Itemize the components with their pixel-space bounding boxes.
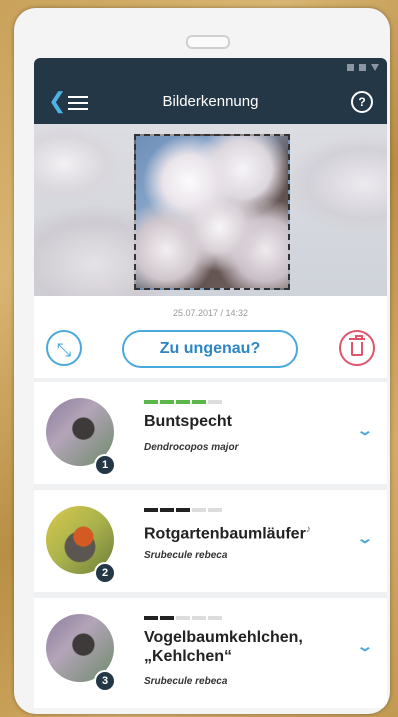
crop-selection[interactable] — [134, 134, 290, 290]
photo-timestamp: 25.07.2017 / 14:32 — [172, 308, 249, 318]
battery-icon — [359, 64, 366, 71]
action-row: ⤡ Zu ungenau? — [34, 320, 387, 378]
trash-icon — [349, 335, 365, 356]
delete-button[interactable] — [339, 330, 375, 366]
chevron-down-icon[interactable]: ⌄ — [356, 638, 374, 655]
phone-frame: ❮ Bilderkennung ? 25.07.2017 / 14:32 ⤡ Z… — [14, 8, 390, 714]
expand-icon[interactable]: ⤡ — [46, 330, 82, 366]
bird-name: Rotgartenbaumläufer♪ — [144, 520, 344, 543]
result-card[interactable]: 3 Vogelbaumkehlchen, „Kehlchen“ Srubecul… — [34, 598, 387, 700]
rank-badge: 1 — [94, 454, 116, 476]
signal-icon — [347, 64, 354, 71]
chevron-down-icon[interactable]: ⌄ — [356, 530, 374, 547]
photo-preview — [34, 124, 387, 296]
result-card[interactable]: 2 Rotgartenbaumläufer♪ Srubecule rebeca … — [34, 490, 387, 592]
scientific-name: Srubecule rebeca — [144, 676, 228, 687]
sound-icon: ♪ — [305, 524, 311, 535]
results-list: 1 Buntspecht Dendrocopos major ⌄ 2 Rotga… — [34, 378, 387, 700]
result-card[interactable]: 1 Buntspecht Dendrocopos major ⌄ — [34, 382, 387, 484]
confidence-bars — [144, 508, 222, 512]
inaccurate-button[interactable]: Zu ungenau? — [122, 330, 298, 368]
bird-name-text: Rotgartenbaumläufer — [144, 525, 306, 543]
status-icons — [347, 64, 379, 71]
confidence-bars — [144, 400, 222, 404]
phone-speaker — [186, 35, 230, 49]
rank-badge: 2 — [94, 562, 116, 584]
rank-badge: 3 — [94, 670, 116, 692]
scientific-name: Dendrocopos major — [144, 442, 239, 453]
app-bar: ❮ Bilderkennung ? — [34, 80, 387, 124]
bird-name: Buntspecht — [144, 413, 232, 430]
app-screen: ❮ Bilderkennung ? 25.07.2017 / 14:32 ⤡ Z… — [34, 58, 387, 708]
scientific-name: Srubecule rebeca — [144, 550, 228, 561]
bird-name: Vogelbaumkehlchen, „Kehlchen“ — [144, 629, 303, 665]
chevron-down-icon[interactable]: ⌄ — [356, 422, 374, 439]
page-title: Bilderkennung — [162, 93, 259, 110]
help-icon[interactable]: ? — [351, 91, 373, 113]
confidence-bars — [144, 616, 222, 620]
status-bar — [34, 58, 387, 80]
wifi-icon — [371, 64, 379, 71]
